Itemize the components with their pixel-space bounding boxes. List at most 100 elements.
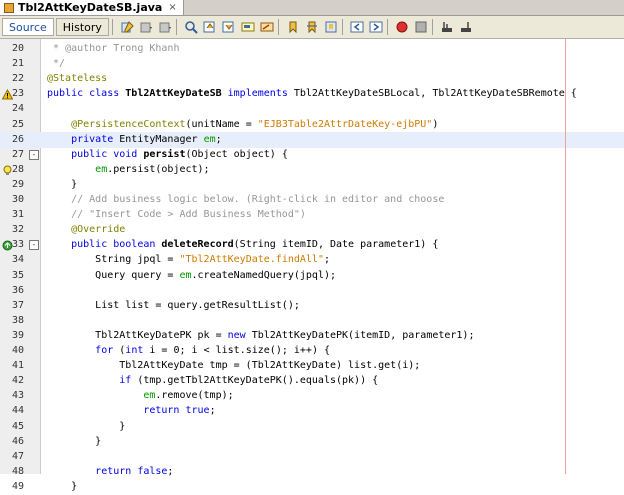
fold-toggle-icon[interactable]: - (29, 149, 39, 160)
code-line[interactable]: 27- public void persist(Object object) { (0, 147, 624, 163)
find-previous-icon[interactable] (202, 19, 218, 35)
code-line[interactable]: 38 (0, 313, 624, 329)
code-line[interactable]: 23 public class Tbl2AttKeyDateSB implemen… (0, 86, 624, 102)
code-line[interactable]: 24 (0, 101, 624, 117)
code-line[interactable]: 21 */ (0, 56, 624, 72)
code-line[interactable]: 26 private EntityManager em; (0, 131, 624, 148)
line-number: 30 (11, 194, 24, 205)
source-tab[interactable]: Source (2, 18, 54, 36)
code-text: } (47, 479, 77, 495)
code-line[interactable]: 45 } (0, 419, 624, 435)
code-line[interactable]: 36 (0, 283, 624, 299)
code-line[interactable]: 37 List list = query.getResultList(); (0, 298, 624, 314)
code-line[interactable]: 33- public boolean deleteRecord(String i… (0, 237, 624, 253)
code-token: new (227, 329, 252, 341)
comment-icon[interactable] (439, 19, 455, 35)
code-token: @Override (71, 224, 126, 236)
code-line[interactable]: 22 @Stateless (0, 71, 624, 87)
file-tab[interactable]: Tbl2AttKeyDateSB.java × (0, 0, 184, 15)
toggle-bookmark-icon[interactable] (323, 19, 339, 35)
previous-bookmark-icon[interactable] (285, 19, 301, 35)
find-next-icon[interactable] (221, 19, 237, 35)
toolbar-separator (175, 19, 177, 35)
code-token: em (143, 390, 156, 402)
start-macro-icon[interactable] (394, 19, 410, 35)
history-tab[interactable]: History (55, 18, 109, 36)
line-number: 35 (11, 269, 24, 281)
code-text: Query query = em.createNamedQuery(jpql); (47, 268, 336, 284)
line-number: 39 (11, 329, 24, 341)
hint-bulb-icon[interactable] (2, 165, 12, 175)
shift-left-icon[interactable] (349, 19, 365, 35)
find-icon[interactable] (183, 19, 199, 35)
code-text: * @author Trong Khanh (47, 41, 179, 57)
stop-macro-icon[interactable] (413, 19, 429, 35)
code-line[interactable]: 44 return true; (0, 403, 624, 419)
toolbar-separator (341, 19, 343, 35)
line-number: 21 (11, 58, 24, 70)
code-line[interactable]: 25 @PersistenceContext(unitName = "EJB3T… (0, 117, 624, 133)
code-line[interactable]: 41 Tbl2AttKeyDate tmp = (Tbl2AttKeyDate)… (0, 358, 624, 374)
uncomment-icon[interactable] (458, 19, 474, 35)
line-number: 48 (11, 465, 24, 477)
code-line[interactable]: 47 (0, 449, 624, 465)
code-text: List list = query.getResultList(); (47, 298, 300, 314)
file-tab-label: Tbl2AttKeyDateSB.java (18, 1, 163, 14)
code-line[interactable]: 31 // "Insert Code > Add Business Method… (0, 207, 624, 223)
line-number: 42 (11, 375, 24, 387)
forward-dropdown-icon[interactable] (157, 19, 173, 35)
find-selection-icon[interactable] (240, 19, 256, 35)
back-dropdown-icon[interactable] (138, 19, 154, 35)
override-icon[interactable] (2, 240, 13, 251)
line-number: 46 (11, 435, 24, 447)
line-number: 29 (11, 178, 24, 190)
next-bookmark-icon[interactable] (304, 19, 320, 35)
code-token: persist (143, 148, 186, 160)
warning-icon[interactable] (1, 89, 14, 100)
code-line[interactable]: 20 * @author Trong Khanh (0, 41, 624, 57)
code-text: } (47, 434, 101, 450)
code-line[interactable]: 39 Tbl2AttKeyDatePK pk = new Tbl2AttKeyD… (0, 328, 624, 344)
code-line[interactable]: 32 @Override (0, 222, 624, 238)
shift-right-icon[interactable] (368, 19, 384, 35)
code-token: */ (53, 58, 66, 70)
line-number: 38 (11, 314, 24, 326)
line-number: 20 (11, 43, 24, 54)
code-token: } (95, 435, 102, 447)
code-token: i = 0; i < list.size(); i++) { (149, 345, 331, 356)
code-token: int (125, 345, 150, 356)
last-edit-icon[interactable] (119, 19, 135, 35)
line-number: 43 (11, 390, 24, 402)
code-token: } (119, 420, 126, 432)
code-line[interactable]: 43 em.remove(tmp); (0, 388, 624, 404)
line-number: 32 (11, 224, 24, 236)
code-line[interactable]: 48 return false; (0, 464, 624, 480)
right-margin-line (565, 39, 566, 474)
code-line[interactable]: 30 // Add business logic below. (Right-c… (0, 192, 624, 208)
code-line[interactable]: 40 for (int i = 0; i < list.size(); i++)… (0, 343, 624, 359)
code-line[interactable]: 46 } (0, 434, 624, 450)
code-line[interactable]: 29 } (0, 177, 624, 193)
code-text: public class Tbl2AttKeyDateSB implements… (47, 86, 577, 102)
code-token: Tbl2AttKeyDatePK(itemID, parameter1); (251, 329, 475, 341)
code-text: @PersistenceContext(unitName = "EJB3Tabl… (47, 117, 438, 133)
code-editor[interactable]: 20 * @author Trong Khanh 21 */22 @Stateles… (0, 39, 624, 492)
code-line[interactable]: 35 Query query = em.createNamedQuery(jpq… (0, 268, 624, 284)
code-token: } (71, 480, 78, 492)
fold-toggle-icon[interactable]: - (29, 240, 39, 251)
code-line[interactable]: 28 em.persist(object); (0, 162, 624, 178)
code-text: @Stateless (47, 71, 107, 87)
code-text: for (int i = 0; i < list.size(); i++) { (47, 343, 330, 359)
code-line[interactable]: 49 } (0, 479, 624, 495)
close-tab-icon[interactable]: × (168, 2, 176, 13)
code-token: } (71, 178, 78, 190)
line-number: 40 (11, 345, 24, 356)
code-token: .createNamedQuery(jpql); (191, 269, 337, 281)
code-token: ; (167, 465, 174, 477)
code-line[interactable]: 34 String jpql = "Tbl2AttKeyDate.findAll… (0, 252, 624, 268)
code-token: Tbl2AttKeyDateSBLocal, Tbl2AttKeyDateSBR… (293, 88, 577, 100)
code-line[interactable]: 42 if (tmp.getTbl2AttKeyDatePK().equals(… (0, 373, 624, 389)
code-token: (tmp.getTbl2AttKeyDatePK().equals(pk)) { (137, 375, 379, 387)
toggle-highlight-icon[interactable] (259, 19, 275, 35)
code-text: // "Insert Code > Add Business Method") (47, 207, 306, 223)
